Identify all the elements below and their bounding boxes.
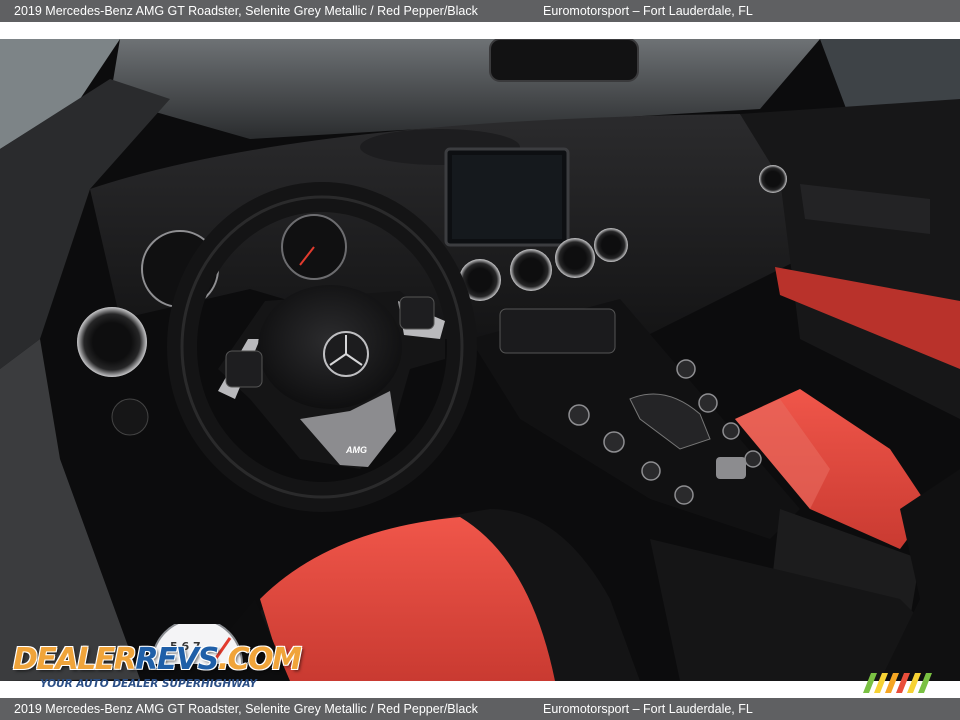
caption-bar-top: 2019 Mercedes-Benz AMG GT Roadster, Sele… — [0, 0, 960, 22]
car-interior-photo: AMG — [0, 39, 960, 681]
dealerrevs-logo-text: DEALERREVS.COM — [13, 642, 302, 677]
steering-amg-badge: AMG — [345, 445, 367, 455]
caption-bar-bottom: 2019 Mercedes-Benz AMG GT Roadster, Sele… — [0, 698, 960, 720]
brand-stripes-icon — [863, 673, 932, 693]
stripe — [918, 673, 932, 693]
stripe — [896, 673, 910, 693]
vehicle-title: 2019 Mercedes-Benz AMG GT Roadster, Sele… — [14, 4, 478, 18]
stripe — [885, 673, 899, 693]
stripe — [863, 673, 877, 693]
logo-dealer: DEALER — [13, 642, 137, 677]
stripe — [874, 673, 888, 693]
logo-tagline: YOUR AUTO DEALER SUPERHIGHWAY — [40, 678, 257, 690]
vehicle-title-bottom: 2019 Mercedes-Benz AMG GT Roadster, Sele… — [14, 702, 478, 716]
logo-com: .COM — [217, 642, 302, 677]
dealerrevs-watermark: 5 6 7 DEALERREVS.COM YOUR AUTO DEALER SU… — [10, 624, 302, 694]
dealer-location: Euromotorsport – Fort Lauderdale, FL — [543, 4, 753, 18]
stripe — [907, 673, 921, 693]
logo-revs: REVS — [135, 642, 219, 677]
dealer-location-bottom: Euromotorsport – Fort Lauderdale, FL — [543, 702, 753, 716]
